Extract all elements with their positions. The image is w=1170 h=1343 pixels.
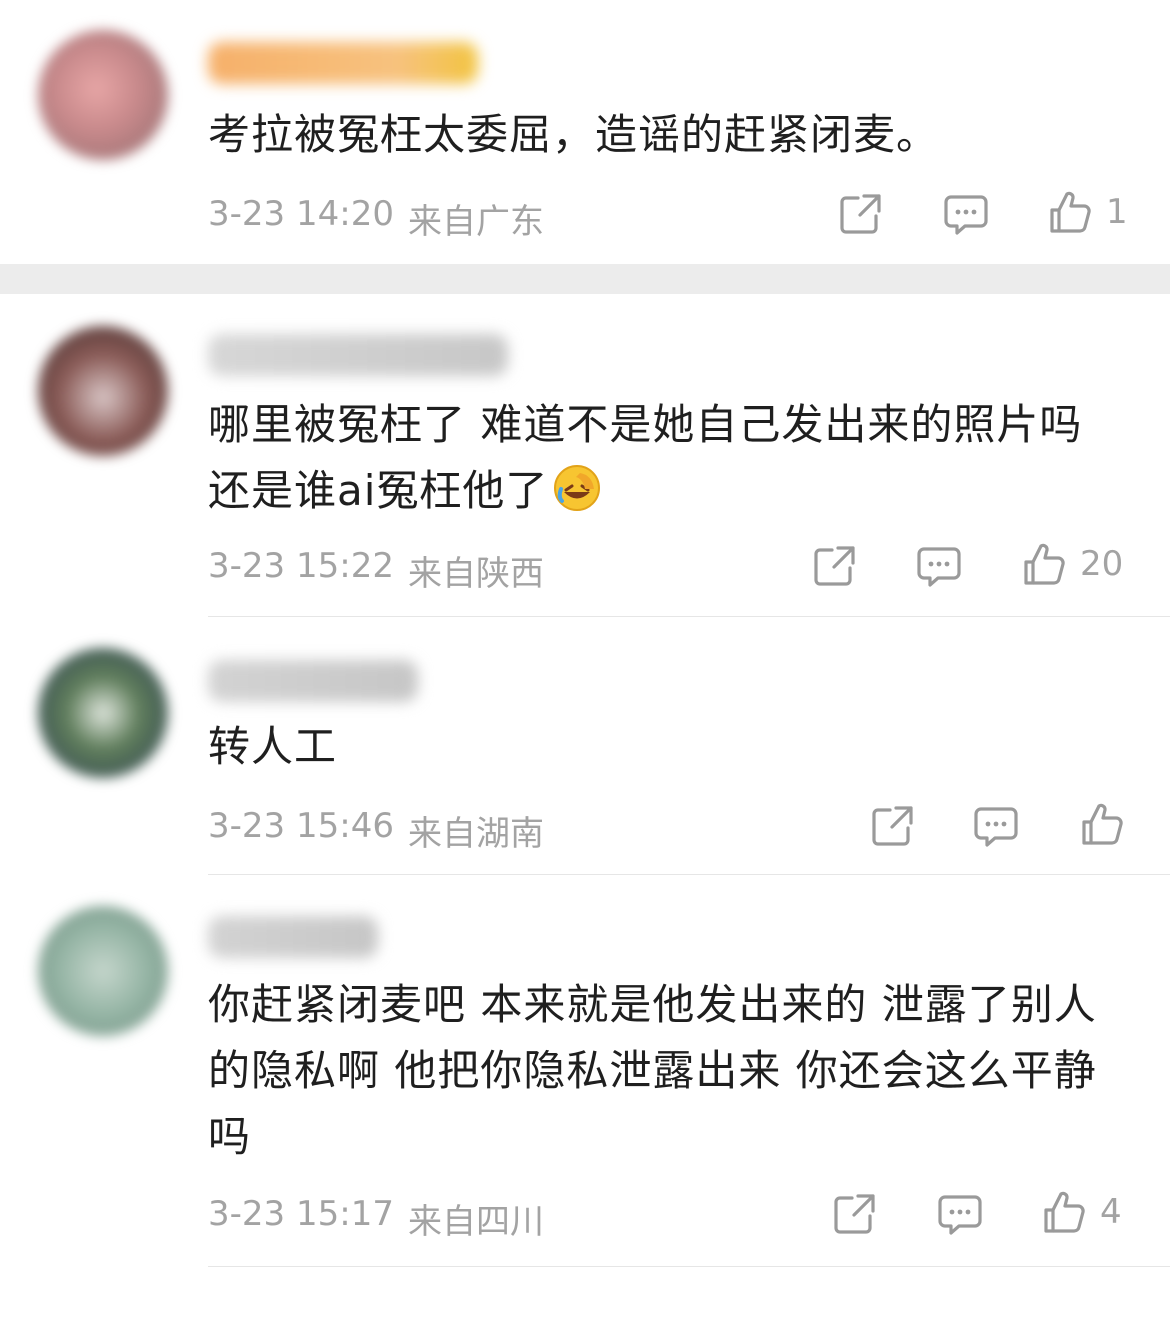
comment-button[interactable] — [916, 545, 962, 589]
share-icon — [814, 546, 855, 586]
avatar[interactable] — [38, 326, 168, 456]
comment-icon — [917, 547, 961, 587]
username-blurred[interactable] — [208, 42, 478, 84]
comment-date: 3-23 15:22 — [208, 546, 394, 586]
thumbs-up-icon — [1082, 803, 1123, 845]
divider — [208, 1266, 1170, 1267]
comment-item: 考拉被冤枉太委屈，造谣的赶紧闭麦。 3-23 14:20 来自广东 1 — [0, 0, 1170, 262]
share-icon — [834, 1194, 875, 1234]
rofl-emoji-icon — [554, 465, 601, 511]
username-blurred[interactable] — [208, 334, 508, 376]
comment-meta: 3-23 15:22 来自陕西 — [208, 546, 544, 595]
like-button[interactable]: 20 — [1022, 542, 1123, 586]
comment-item: 哪里被冤枉了 难道不是她自己发出来的照片吗 还是谁ai冤枉他了 3-23 15:… — [0, 294, 1170, 617]
thumbs-up-icon — [1050, 191, 1091, 233]
comment-meta: 3-23 14:20 来自广东 — [208, 194, 544, 243]
like-button[interactable]: 4 — [1042, 1190, 1122, 1234]
share-button[interactable] — [832, 1192, 878, 1236]
username-blurred[interactable] — [208, 916, 378, 958]
username-blurred[interactable] — [208, 660, 418, 702]
avatar[interactable] — [38, 906, 168, 1036]
like-count: 20 — [1080, 544, 1124, 584]
avatar[interactable] — [38, 648, 168, 778]
section-separator — [0, 264, 1170, 294]
comment-button[interactable] — [943, 193, 989, 237]
comment-icon — [938, 1195, 982, 1235]
like-button[interactable]: 1 — [1048, 190, 1128, 234]
comment-icon — [974, 807, 1018, 847]
comment-location: 来自广东 — [407, 202, 544, 242]
avatar[interactable] — [38, 30, 168, 160]
comment-text: 考拉被冤枉太委屈，造谣的赶紧闭麦。 — [208, 110, 940, 159]
comment-date: 3-23 14:20 — [208, 194, 394, 234]
share-button[interactable] — [838, 192, 884, 236]
comment-location: 来自四川 — [407, 1202, 544, 1242]
comment-location: 来自湖南 — [407, 814, 544, 854]
comment-text: 哪里被冤枉了 难道不是她自己发出来的照片吗 还是谁ai冤枉他了 — [208, 400, 1083, 515]
comment-item: 你赶紧闭麦吧 本来就是他发出来的 泄露了别人的隐私啊 他把你隐私泄露出来 你还会… — [0, 876, 1170, 1268]
comment-meta: 3-23 15:46 来自湖南 — [208, 806, 544, 855]
comment-text: 转人工 — [208, 722, 338, 771]
share-icon — [872, 806, 913, 846]
comment-item: 转人工 3-23 15:46 来自湖南 — [0, 618, 1170, 876]
comment-location: 来自陕西 — [407, 554, 544, 594]
like-count: 1 — [1106, 192, 1128, 232]
share-button[interactable] — [870, 804, 916, 848]
comment-text: 你赶紧闭麦吧 本来就是他发出来的 泄露了别人的隐私啊 他把你隐私泄露出来 你还会… — [208, 980, 1097, 1161]
comment-date: 3-23 15:46 — [208, 806, 394, 846]
comment-button[interactable] — [937, 1193, 983, 1237]
comment-meta: 3-23 15:17 来自四川 — [208, 1194, 544, 1243]
comment-date: 3-23 15:17 — [208, 1194, 394, 1234]
divider — [208, 874, 1170, 875]
comment-icon — [944, 195, 988, 235]
like-button[interactable] — [1080, 802, 1138, 846]
thumbs-up-icon — [1024, 543, 1065, 585]
share-icon — [840, 194, 881, 234]
like-count: 4 — [1100, 1192, 1122, 1232]
share-button[interactable] — [812, 544, 858, 588]
thumbs-up-icon — [1044, 1191, 1085, 1233]
comment-button[interactable] — [973, 805, 1019, 849]
comment-list: 考拉被冤枉太委屈，造谣的赶紧闭麦。 3-23 14:20 来自广东 1 哪里被冤… — [0, 0, 1170, 1343]
divider — [208, 616, 1170, 617]
